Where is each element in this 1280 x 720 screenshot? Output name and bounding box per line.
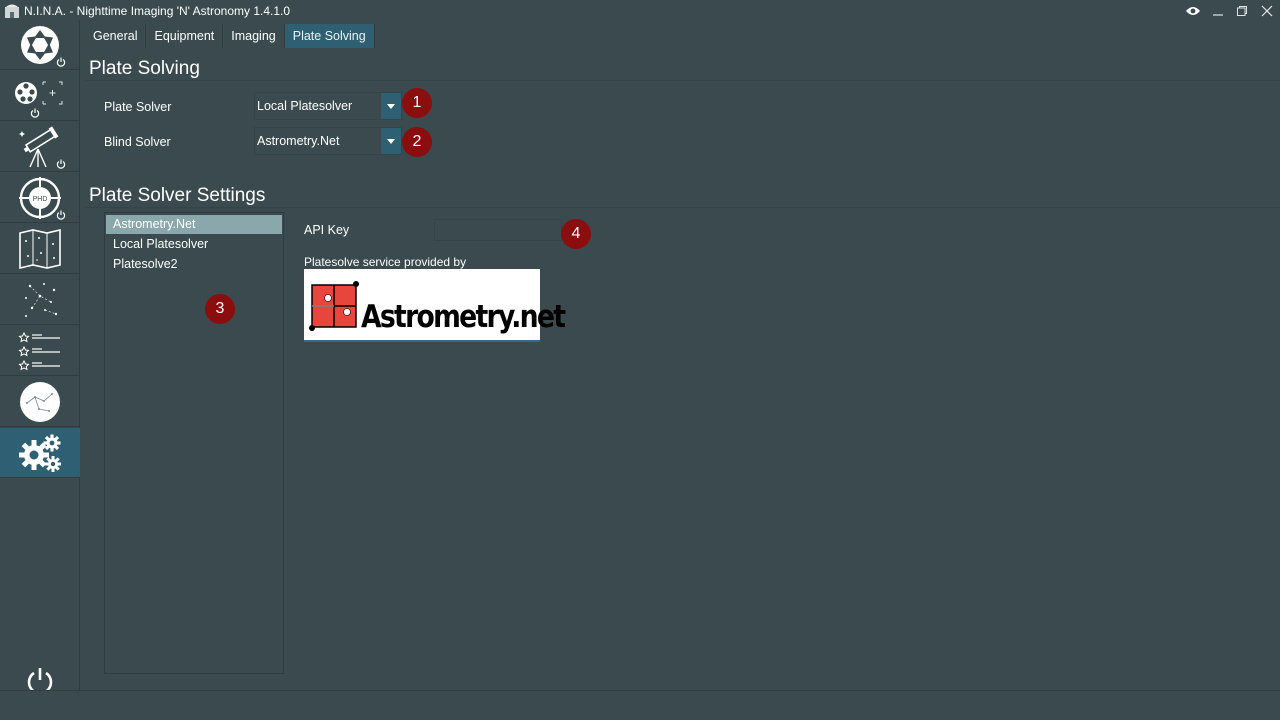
callout-marker-2: 2	[402, 127, 432, 157]
nav-filter-wheel[interactable]	[0, 71, 80, 121]
solver-item-astrometry-net[interactable]: Astrometry.Net	[106, 215, 282, 234]
tab-equipment[interactable]: Equipment	[146, 24, 224, 48]
nav-sky-atlas[interactable]	[0, 224, 80, 274]
blind-solver-select[interactable]: Astrometry.Net	[254, 127, 402, 155]
tab-general[interactable]: General	[85, 24, 147, 48]
svg-text:PHD: PHD	[33, 196, 48, 203]
maximize-button[interactable]	[1231, 2, 1253, 20]
plate-solver-label: Plate Solver	[104, 100, 172, 114]
api-key-label: API Key	[304, 223, 350, 237]
plate-solver-value: Local Platesolver	[257, 99, 353, 113]
api-key-input[interactable]	[434, 219, 562, 241]
sequence-icon	[18, 331, 60, 370]
sky-atlas-icon	[19, 228, 61, 269]
power-status-icon	[56, 210, 66, 220]
power-status-icon	[56, 159, 66, 169]
section-divider	[85, 207, 1280, 208]
nav-guider[interactable]: PHD	[0, 173, 80, 223]
nav-settings[interactable]	[0, 428, 80, 478]
solver-item-local-platesolver[interactable]: Local Platesolver	[105, 234, 283, 254]
chevron-down-icon[interactable]	[381, 93, 401, 119]
framing-icon	[25, 282, 58, 317]
solver-list: Astrometry.Net Local Platesolver Plateso…	[104, 212, 284, 674]
sidebar: PHD	[0, 20, 80, 695]
callout-marker-4: 4	[561, 219, 591, 249]
camera-aperture-icon	[21, 25, 59, 64]
callout-marker-1: 1	[402, 88, 432, 118]
chevron-down-icon[interactable]	[381, 128, 401, 154]
nav-telescope[interactable]	[0, 122, 80, 172]
nav-sky-chart[interactable]	[0, 377, 80, 427]
power-status-icon	[30, 108, 40, 118]
status-bar	[0, 690, 1280, 720]
plate-solver-settings-heading: Plate Solver Settings	[89, 185, 266, 206]
nav-sequence[interactable]	[0, 326, 80, 376]
nav-camera[interactable]	[0, 20, 80, 70]
power-status-icon	[56, 57, 66, 67]
plate-solving-heading: Plate Solving	[89, 58, 200, 79]
section-divider	[85, 80, 1280, 81]
close-button[interactable]	[1256, 2, 1278, 20]
filter-wheel-icon	[15, 81, 63, 104]
astrometry-net-logo[interactable]: Astrometry.net	[304, 269, 566, 342]
sky-chart-icon	[20, 381, 60, 422]
astrometry-logo-icon	[309, 281, 359, 331]
blind-solver-label: Blind Solver	[104, 135, 171, 149]
tab-plate-solving[interactable]: Plate Solving	[284, 24, 375, 48]
blind-solver-value: Astrometry.Net	[257, 134, 340, 148]
settings-gears-icon	[19, 434, 61, 472]
window-title: N.I.N.A. - Nighttime Imaging 'N' Astrono…	[24, 4, 291, 18]
nav-framing[interactable]	[0, 275, 80, 325]
solver-item-platesolve2[interactable]: Platesolve2	[105, 254, 283, 274]
service-provided-label: Platesolve service provided by	[304, 255, 467, 269]
astrometry-logo-text: Astrometry.net	[361, 299, 566, 335]
plate-solver-select[interactable]: Local Platesolver	[254, 92, 402, 120]
title-bar: N.I.N.A. - Nighttime Imaging 'N' Astrono…	[0, 0, 1280, 22]
nina-app-icon	[5, 4, 19, 18]
callout-marker-3: 3	[205, 294, 235, 324]
tab-imaging[interactable]: Imaging	[223, 24, 285, 48]
settings-tabs: General Equipment Imaging Plate Solving	[85, 24, 375, 48]
eye-icon[interactable]	[1182, 2, 1204, 20]
minimize-button[interactable]	[1207, 2, 1229, 20]
